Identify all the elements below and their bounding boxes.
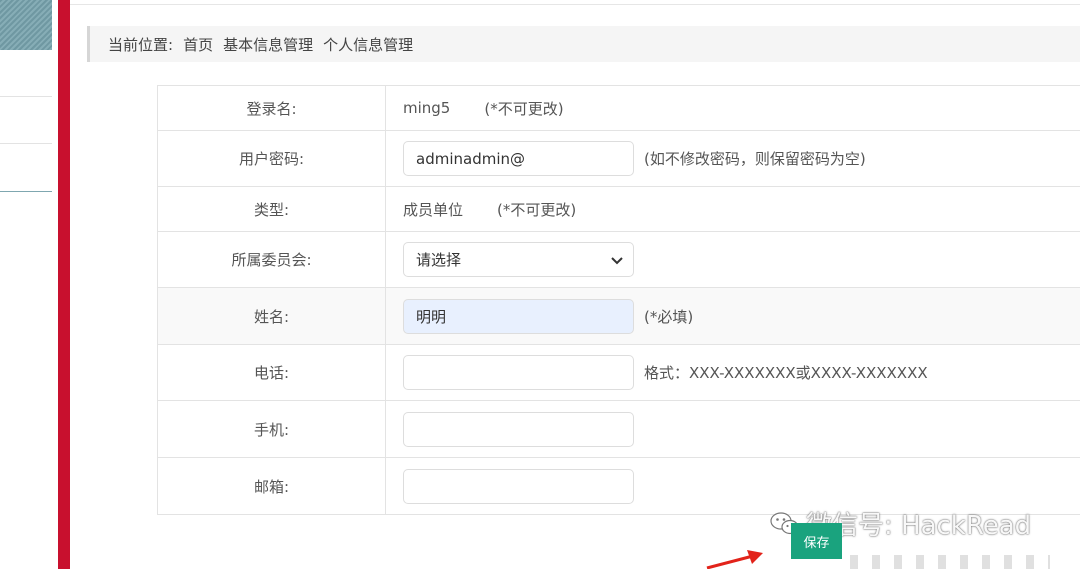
sidebar-divider	[0, 96, 52, 97]
type-note: (*不可更改)	[497, 200, 577, 219]
save-button[interactable]: 保存	[791, 523, 842, 559]
password-label: 用户密码:	[158, 131, 386, 186]
top-divider	[70, 4, 1080, 5]
phone-input[interactable]	[403, 355, 634, 390]
form-row-type: 类型: 成员单位 (*不可更改)	[158, 187, 1080, 232]
login-value: ming5	[403, 99, 451, 117]
breadcrumb-item-basic-info[interactable]: 基本信息管理	[223, 34, 313, 55]
phone-label: 电话:	[158, 345, 386, 400]
committee-select[interactable]: 请选择	[403, 242, 634, 277]
form-row-mobile: 手机:	[158, 401, 1080, 458]
red-arrow-annotation	[706, 550, 763, 569]
committee-label: 所属委员会:	[158, 232, 386, 287]
form-row-login: 登录名: ming5 (*不可更改)	[158, 86, 1080, 131]
email-input[interactable]	[403, 468, 634, 504]
profile-form: 登录名: ming5 (*不可更改) 用户密码: (如不修改密码，则保留密码为空…	[157, 85, 1080, 515]
form-row-phone: 电话: 格式：XXX-XXXXXXX或XXXX-XXXXXXX	[158, 345, 1080, 401]
name-input[interactable]	[403, 298, 634, 334]
sidebar-header-image	[0, 0, 52, 50]
type-value: 成员单位	[403, 200, 464, 219]
login-label: 登录名:	[158, 86, 386, 130]
committee-selected: 请选择	[416, 251, 462, 269]
chevron-down-icon	[611, 251, 623, 269]
mobile-label: 手机:	[158, 401, 386, 457]
password-hint: (如不修改密码，则保留密码为空)	[644, 150, 866, 168]
breadcrumb-prefix: 当前位置:	[108, 35, 174, 54]
name-hint: (*必填)	[644, 307, 694, 326]
mobile-input[interactable]	[403, 411, 634, 447]
sidebar	[0, 0, 58, 569]
login-note: (*不可更改)	[484, 99, 564, 118]
email-label: 邮箱:	[158, 458, 386, 514]
breadcrumb: 当前位置: 首页 基本信息管理 个人信息管理	[87, 26, 1080, 62]
sidebar-divider	[0, 143, 52, 144]
phone-hint: 格式：XXX-XXXXXXX或XXXX-XXXXXXX	[644, 364, 928, 382]
form-row-name: 姓名: (*必填)	[158, 288, 1080, 345]
cropped-watermark	[850, 555, 1050, 569]
sidebar-accent-bar	[58, 0, 70, 569]
breadcrumb-item-personal-info[interactable]: 个人信息管理	[323, 34, 413, 55]
name-label: 姓名:	[158, 288, 386, 344]
password-input[interactable]	[403, 141, 634, 176]
type-label: 类型:	[158, 187, 386, 231]
form-row-password: 用户密码: (如不修改密码，则保留密码为空)	[158, 131, 1080, 187]
sidebar-divider	[0, 191, 52, 192]
breadcrumb-item-home[interactable]: 首页	[183, 34, 213, 55]
form-row-committee: 所属委员会: 请选择	[158, 232, 1080, 288]
